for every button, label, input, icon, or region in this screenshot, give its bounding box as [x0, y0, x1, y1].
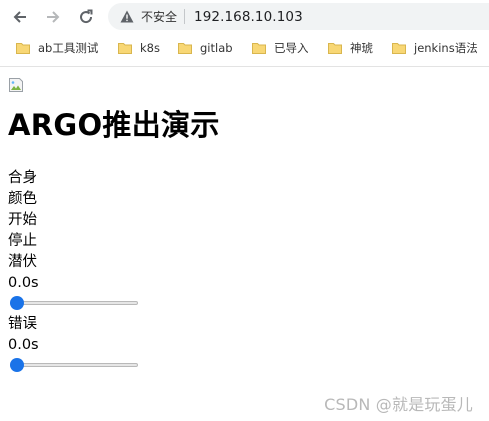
bookmark-item[interactable]: gitlab: [178, 37, 233, 59]
bookmark-item[interactable]: ab工具测试: [16, 37, 98, 59]
bookmark-label: k8s: [140, 41, 160, 55]
broken-image-icon: [8, 77, 24, 93]
color-label: 颜色: [8, 191, 37, 207]
back-arrow-icon[interactable]: [9, 6, 31, 28]
bookmark-item[interactable]: 已导入: [252, 37, 309, 59]
folder-icon: [178, 42, 192, 54]
folder-icon: [252, 42, 266, 54]
error-label: 错误: [8, 316, 37, 332]
bookmark-label: 已导入: [274, 41, 309, 55]
folder-icon: [16, 42, 30, 54]
fit-label: 合身: [8, 170, 37, 186]
slider-thumb[interactable]: [10, 296, 24, 310]
divider: [184, 9, 186, 24]
bookmark-item[interactable]: jenkins语法: [392, 37, 478, 59]
warning-triangle-icon[interactable]: [119, 9, 135, 25]
page-title: ARGO推出演示: [8, 108, 220, 142]
page-content: ARGO推出演示 合身 颜色 开始 停止 潜伏 0.0s 错误 0.0s: [8, 77, 478, 376]
bookmark-label: jenkins语法: [414, 41, 478, 55]
latency-slider[interactable]: [8, 296, 138, 310]
folder-icon: [328, 42, 342, 54]
browser-toolbar: 不安全 192.168.10.103 ab工具测试 k8s gitlab 已导入…: [0, 0, 489, 67]
reload-icon[interactable]: [75, 6, 97, 28]
slider-thumb[interactable]: [10, 358, 24, 372]
bookmark-label: gitlab: [200, 41, 233, 55]
folder-icon: [392, 42, 406, 54]
error-value: 0.0s: [8, 337, 39, 353]
security-label[interactable]: 不安全: [141, 8, 177, 25]
bookmark-label: ab工具测试: [38, 41, 99, 55]
slider-track[interactable]: [10, 363, 138, 367]
stop-label: 停止: [8, 233, 37, 249]
latency-value: 0.0s: [8, 275, 39, 291]
watermark: CSDN @就是玩蛋儿: [324, 395, 473, 414]
latency-label: 潜伏: [8, 254, 37, 270]
slider-track[interactable]: [10, 301, 138, 305]
address-bar[interactable]: 不安全 192.168.10.103: [108, 3, 489, 30]
folder-icon: [118, 42, 132, 54]
start-label: 开始: [8, 212, 37, 228]
forward-arrow-icon[interactable]: [42, 6, 64, 28]
bookmarks-bar: ab工具测试 k8s gitlab 已导入 神琥 jenkins语法: [0, 37, 489, 59]
error-slider[interactable]: [8, 358, 138, 372]
bookmark-item[interactable]: 神琥: [328, 37, 373, 59]
url-text[interactable]: 192.168.10.103: [194, 9, 303, 25]
bookmark-item[interactable]: k8s: [118, 37, 160, 59]
bookmark-label: 神琥: [350, 41, 373, 55]
